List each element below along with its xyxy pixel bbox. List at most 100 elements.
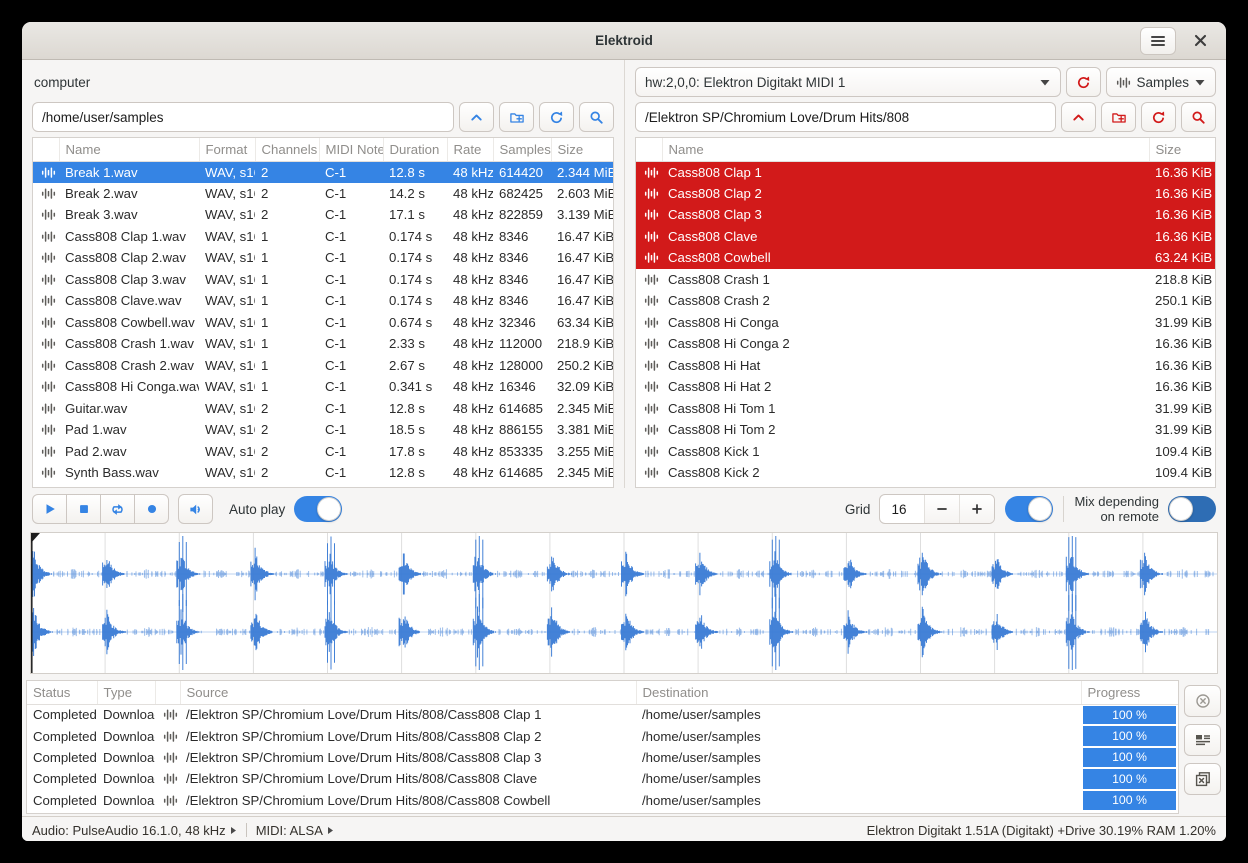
remote-file-row[interactable]: Cass808 Cowbell 63.24 KiB	[636, 247, 1215, 269]
task-row[interactable]: Completed Download /Elektron SP/Chromium…	[27, 768, 1178, 789]
local-file-row[interactable]: Cass808 Clap 2.wav WAV, s16 1 C-1 0.174 …	[33, 247, 613, 269]
local-file-row[interactable]: Cass808 Clap 1.wav WAV, s16 1 C-1 0.174 …	[33, 226, 613, 248]
play-button[interactable]	[32, 494, 67, 524]
auto-play-switch[interactable]	[294, 496, 342, 522]
stop-button[interactable]	[66, 494, 101, 524]
column-header-midi-note[interactable]: MIDI Note	[319, 138, 383, 161]
grid-switch[interactable]	[1005, 496, 1053, 522]
remote-search-button[interactable]	[1181, 102, 1216, 132]
grid-value[interactable]: 16	[880, 495, 924, 523]
local-file-row[interactable]: Cass808 Clave.wav WAV, s16 1 C-1 0.174 s…	[33, 290, 613, 312]
remote-file-row[interactable]: Cass808 Hi Conga 2 16.36 KiB	[636, 333, 1215, 355]
local-file-row[interactable]: Synth Bass.wav WAV, s16 2 C-1 12.8 s 48 …	[33, 462, 613, 484]
grid-decrement-button[interactable]	[924, 495, 959, 523]
remote-file-row[interactable]: Cass808 Hi Tom 2 31.99 KiB	[636, 419, 1215, 441]
app-window: Elektroid computer	[22, 22, 1226, 841]
column-header-rate[interactable]: Rate	[447, 138, 493, 161]
remote-file-row[interactable]: Cass808 Crash 1 218.8 KiB	[636, 269, 1215, 291]
local-file-row[interactable]: Pad 2.wav WAV, s16 2 C-1 17.8 s 48 kHz 8…	[33, 441, 613, 463]
local-refresh-button[interactable]	[539, 102, 574, 132]
column-header-icon[interactable]	[33, 138, 59, 161]
task-status: Completed	[27, 704, 97, 725]
task-row[interactable]: Completed Download /Elektron SP/Chromium…	[27, 790, 1178, 811]
file-name: Cass808 Clap 1	[662, 161, 1149, 183]
file-size: 63.34 KiB	[551, 312, 613, 334]
switch-knob	[1028, 497, 1052, 521]
task-row[interactable]: Completed Download /Elektron SP/Chromium…	[27, 747, 1178, 768]
local-new-folder-button[interactable]	[499, 102, 534, 132]
file-midi-note: C-1	[319, 376, 383, 398]
column-header-duration[interactable]: Duration	[383, 138, 447, 161]
local-go-up-button[interactable]	[459, 102, 494, 132]
remote-file-row[interactable]: Cass808 Kick 1 109.4 KiB	[636, 441, 1215, 463]
column-header-type[interactable]: Type	[97, 681, 155, 704]
remote-new-folder-button[interactable]	[1101, 102, 1136, 132]
file-duration: 0.174 s	[383, 247, 447, 269]
remote-file-row[interactable]: Cass808 Hi Conga 31.99 KiB	[636, 312, 1215, 334]
column-header-format[interactable]: Format	[199, 138, 255, 161]
clear-finished-tasks-button[interactable]	[1184, 763, 1221, 795]
local-file-row[interactable]: Pad 1.wav WAV, s16 2 C-1 18.5 s 48 kHz 8…	[33, 419, 613, 441]
remote-file-row[interactable]: Cass808 Crash 2 250.1 KiB	[636, 290, 1215, 312]
task-row[interactable]: Completed Download /Elektron SP/Chromium…	[27, 704, 1178, 725]
remote-file-row[interactable]: Cass808 Clave 16.36 KiB	[636, 226, 1215, 248]
file-channels: 1	[255, 290, 319, 312]
remote-file-row[interactable]: Cass808 Kick 2 109.4 KiB	[636, 462, 1215, 484]
remote-path-input[interactable]	[635, 102, 1056, 132]
device-selector[interactable]: hw:2,0,0: Elektron Digitakt MIDI 1	[635, 67, 1061, 97]
local-file-row[interactable]: Cass808 Cowbell.wav WAV, s16 1 C-1 0.674…	[33, 312, 613, 334]
local-file-row[interactable]: Break 2.wav WAV, s16 2 C-1 14.2 s 48 kHz…	[33, 183, 613, 205]
file-midi-note: C-1	[319, 269, 383, 291]
column-header-icon[interactable]	[155, 681, 180, 704]
column-header-name[interactable]: Name	[662, 138, 1149, 161]
column-header-progress[interactable]: Progress	[1081, 681, 1178, 704]
midi-status-button[interactable]: MIDI: ALSA	[256, 823, 334, 838]
remove-queued-tasks-button[interactable]	[1184, 724, 1221, 756]
local-file-row[interactable]: Break 3.wav WAV, s16 2 C-1 17.1 s 48 kHz…	[33, 204, 613, 226]
mix-depending-switch[interactable]	[1168, 496, 1216, 522]
file-rate: 48 kHz	[447, 355, 493, 377]
local-file-row[interactable]: Cass808 Crash 2.wav WAV, s16 1 C-1 2.67 …	[33, 355, 613, 377]
local-file-row[interactable]: Cass808 Crash 1.wav WAV, s16 1 C-1 2.33 …	[33, 333, 613, 355]
cancel-task-button[interactable]	[1184, 685, 1221, 717]
remote-file-row[interactable]: Cass808 Hi Hat 2 16.36 KiB	[636, 376, 1215, 398]
record-button[interactable]	[134, 494, 169, 524]
column-header-destination[interactable]: Destination	[636, 681, 1081, 704]
column-header-name[interactable]: Name	[59, 138, 199, 161]
minus-icon	[936, 503, 948, 515]
local-file-row[interactable]: Cass808 Hi Conga.wav WAV, s16 1 C-1 0.34…	[33, 376, 613, 398]
column-header-size[interactable]: Size	[1149, 138, 1215, 161]
remote-go-up-button[interactable]	[1061, 102, 1096, 132]
file-size: 63.24 KiB	[1149, 247, 1215, 269]
local-search-button[interactable]	[579, 102, 614, 132]
close-window-button[interactable]	[1188, 29, 1212, 53]
remote-file-row[interactable]: Cass808 Hi Tom 1 31.99 KiB	[636, 398, 1215, 420]
volume-button[interactable]	[178, 494, 213, 524]
column-header-source[interactable]: Source	[180, 681, 636, 704]
waveform-display[interactable]	[31, 533, 1217, 673]
column-header-samples[interactable]: Samples	[493, 138, 551, 161]
app-menu-button[interactable]	[1140, 27, 1176, 55]
audio-file-icon	[41, 250, 56, 265]
column-header-channels[interactable]: Channels	[255, 138, 319, 161]
waveform-editor[interactable]	[30, 532, 1218, 674]
fs-mode-selector[interactable]: Samples	[1106, 67, 1216, 97]
local-file-row[interactable]: Cass808 Clap 3.wav WAV, s16 1 C-1 0.174 …	[33, 269, 613, 291]
remote-file-row[interactable]: Cass808 Hi Hat 16.36 KiB	[636, 355, 1215, 377]
audio-file-icon	[41, 315, 56, 330]
loop-button[interactable]	[100, 494, 135, 524]
column-header-size[interactable]: Size	[551, 138, 613, 161]
local-file-row[interactable]: Guitar.wav WAV, s16 2 C-1 12.8 s 48 kHz …	[33, 398, 613, 420]
grid-increment-button[interactable]	[959, 495, 994, 523]
column-header-status[interactable]: Status	[27, 681, 97, 704]
local-path-input[interactable]	[32, 102, 454, 132]
remote-file-row[interactable]: Cass808 Clap 3 16.36 KiB	[636, 204, 1215, 226]
remote-refresh-button[interactable]	[1141, 102, 1176, 132]
column-header-icon[interactable]	[636, 138, 662, 161]
local-file-row[interactable]: Break 1.wav WAV, s16 2 C-1 12.8 s 48 kHz…	[33, 161, 613, 183]
audio-status-button[interactable]: Audio: PulseAudio 16.1.0, 48 kHz	[32, 823, 237, 838]
remote-file-row[interactable]: Cass808 Clap 2 16.36 KiB	[636, 183, 1215, 205]
device-refresh-button[interactable]	[1066, 67, 1101, 97]
task-row[interactable]: Completed Download /Elektron SP/Chromium…	[27, 725, 1178, 746]
remote-file-row[interactable]: Cass808 Clap 1 16.36 KiB	[636, 161, 1215, 183]
